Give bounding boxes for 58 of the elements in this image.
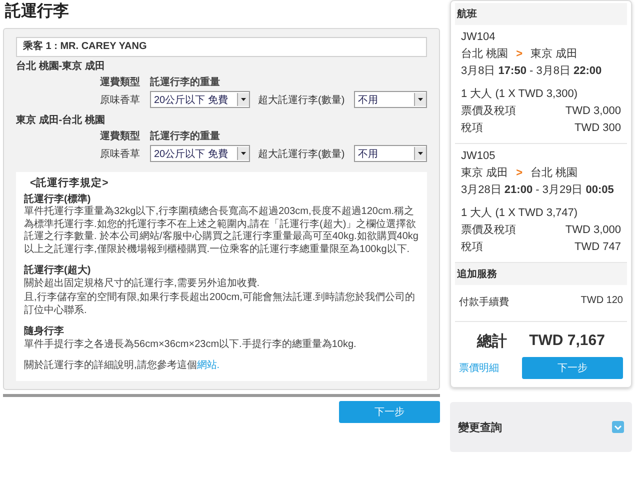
paragraph: 單件托運行李重量為32kg以下,行李圍積總合長寬高不超過203cm,長度不超過120cm.稱之為標準托運行李.如您的托運行李不在上述之範圍內,請在「託運行李(超大)」之欄位選擇欲託運之行李數量. 於本公司網站/客服中心購買之託運行李重量最高可至40kg.如欲購買40kg以上之託運行李,僅限於機場報到櫃檯購買.一位乘客的託運行李總重量限至為100kg以下. <box>24 206 419 256</box>
destination: 東京 成田 <box>530 46 578 62</box>
price-label: 票價及稅項 <box>461 223 516 238</box>
passenger-name: 乘客 1 : MR. CAREY YANG <box>16 37 427 57</box>
column-label: 運費類型 <box>100 76 141 89</box>
arrow-glyph: > <box>516 47 522 62</box>
passenger-count: 1 大人 (1 X TWD 3,300) <box>461 87 579 102</box>
section-title: 託運行李(標準) <box>24 194 92 206</box>
price-label: 票價及稅項 <box>461 104 516 119</box>
change-query-panel[interactable]: 變更查詢 <box>450 402 632 452</box>
fare-type: 原味香草 <box>100 94 141 106</box>
price-value: TWD 120 <box>580 295 623 308</box>
route-label: 東京 成田-台北 桃園 <box>16 114 106 127</box>
paragraph: 關於超出固定規格尺寸的託運行李,需要另外追加收費. <box>24 278 261 290</box>
total-value: TWD 7,167 <box>529 332 605 351</box>
price-value: TWD 300 <box>574 121 621 136</box>
card-header: 航班 <box>455 3 627 25</box>
fare-type: 原味香草 <box>100 148 141 160</box>
price-label: 稅項 <box>461 121 483 136</box>
caret-icon <box>414 147 426 160</box>
field-label: 超大託運行李(數量) <box>258 148 346 160</box>
field-label: 超大託運行李(數量) <box>258 94 346 106</box>
column-label: 託運行李的重量 <box>150 76 221 89</box>
page-title: 託運行李 <box>4 1 70 22</box>
card-header: 追加服務 <box>455 263 627 285</box>
price-label: 稅項 <box>461 240 483 255</box>
section-title: 託運行李(超大) <box>24 265 92 278</box>
column-label: 運費類型 <box>100 130 141 143</box>
origin: 東京 成田 <box>461 166 508 181</box>
dropdown[interactable]: 不用 <box>354 145 427 162</box>
column-label: 託運行李的重量 <box>150 130 221 143</box>
arrow-glyph: > <box>516 166 522 181</box>
total-label: 總計 <box>477 332 508 351</box>
dropdown[interactable]: 20公斤以下 免費 <box>150 91 250 108</box>
dropdown[interactable]: 20公斤以下 免費 <box>150 145 250 162</box>
caret-icon <box>414 93 426 106</box>
flight-number: JW104 <box>461 30 496 45</box>
destination: 台北 桃園 <box>530 166 578 181</box>
flight-times: 3月8日 17:50 - 3月8日 22:00 <box>461 64 603 79</box>
route-label: 台北 桃園-東京 成田 <box>16 60 106 73</box>
panel-title: 變更查詢 <box>458 420 502 434</box>
paragraph: 單件手提行李之各邊長為56cm×36cm×23cm以下.手提行李的總重量為10kg. <box>24 338 358 351</box>
price-value: TWD 3,000 <box>565 223 621 238</box>
rules-heading: <託運行李規定> <box>30 177 110 190</box>
dropdown[interactable]: 不用 <box>354 91 427 108</box>
section-title: 隨身行李 <box>24 326 65 338</box>
chevron-down-icon <box>612 421 624 433</box>
caret-icon <box>237 147 249 160</box>
price-value: TWD 3,000 <box>565 104 621 119</box>
caret-icon <box>237 93 249 106</box>
origin: 台北 桃園 <box>461 47 508 62</box>
price-label: 付款手續費 <box>459 296 509 309</box>
paragraph: 關於託運行李的詳細說明,請您參考這個網站. <box>24 360 221 372</box>
passenger-count: 1 大人 (1 X TWD 3,747) <box>461 206 579 221</box>
flight-number: JW105 <box>461 149 496 164</box>
flight-times: 3月28日 21:00 - 3月29日 00:05 <box>461 183 615 198</box>
price-value: TWD 747 <box>574 240 621 255</box>
paragraph: 且,行李儲存室的空間有限,如果行李長超出200cm,可能會無法託運.到時請您於我們公司的訂位中心聯系. <box>24 292 416 317</box>
